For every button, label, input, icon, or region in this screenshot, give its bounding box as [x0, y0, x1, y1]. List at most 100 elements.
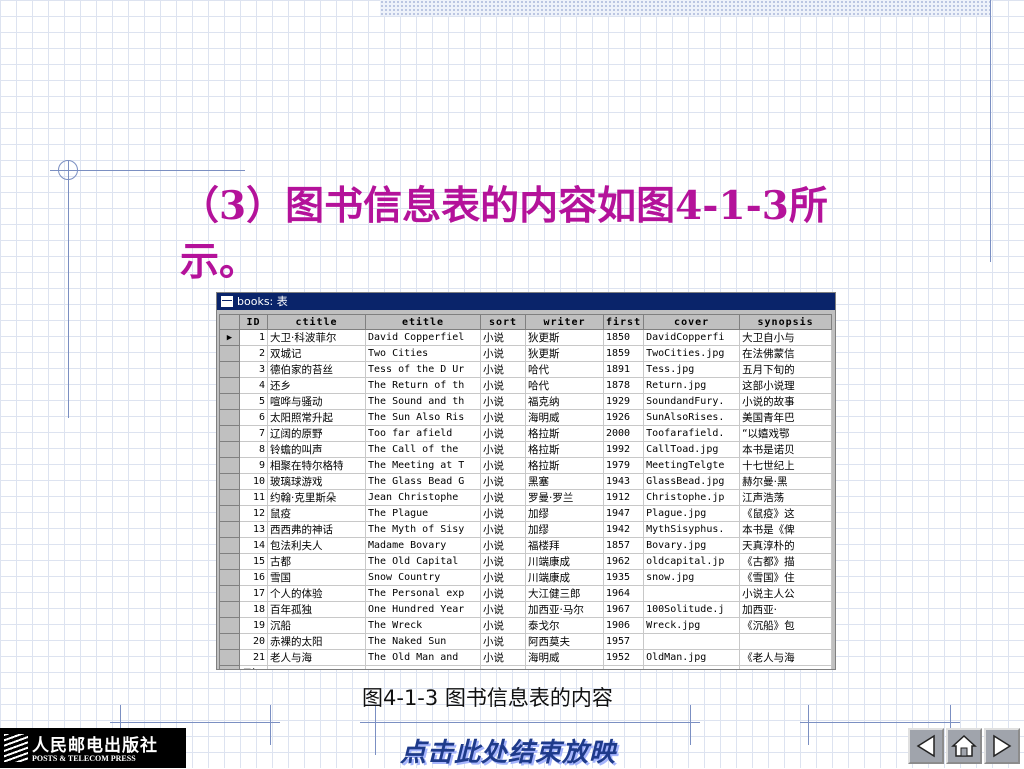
table-cell[interactable]: 美国青年巴: [739, 409, 833, 426]
table-cell[interactable]: 1942: [602, 521, 645, 538]
table-cell[interactable]: David Copperfiel: [365, 329, 481, 346]
table-cell[interactable]: 本书是《俾: [739, 521, 833, 538]
table-cell[interactable]: 鼠疫: [267, 505, 366, 522]
table-cell[interactable]: 五月下旬的: [739, 361, 833, 378]
table-cell[interactable]: 老人与海: [267, 649, 366, 666]
table-cell[interactable]: [643, 633, 741, 650]
column-header[interactable]: cover: [643, 314, 741, 330]
table-cell[interactable]: 1979: [602, 457, 645, 474]
table-cell[interactable]: 加西亚·: [739, 601, 833, 618]
table-cell[interactable]: 百年孤独: [267, 601, 366, 618]
table-cell[interactable]: 川端康成: [525, 553, 604, 570]
table-cell[interactable]: 1850: [602, 329, 645, 346]
table-cell[interactable]: 小说: [480, 649, 526, 666]
table-cell[interactable]: MeetingTelgte: [643, 457, 741, 474]
table-cell[interactable]: 小说: [480, 345, 526, 362]
table-cell[interactable]: 5: [239, 393, 268, 410]
table-cell[interactable]: 小说: [480, 393, 526, 410]
table-cell[interactable]: 1964: [602, 585, 645, 602]
table-cell[interactable]: 16: [239, 569, 268, 586]
table-cell[interactable]: Tess of the D Ur: [365, 361, 481, 378]
table-cell[interactable]: 小说: [480, 457, 526, 474]
table-cell[interactable]: 《雪国》住: [739, 569, 833, 586]
table-cell[interactable]: The Glass Bead G: [365, 473, 481, 490]
new-record-icon[interactable]: *: [219, 665, 240, 669]
table-window[interactable]: books: 表 ID ctitle etitle sort writer fi…: [216, 292, 836, 670]
table-cell[interactable]: [739, 665, 833, 669]
table-cell[interactable]: Two Cities: [365, 345, 481, 362]
row-selector[interactable]: [219, 521, 240, 538]
row-selector[interactable]: [219, 345, 240, 362]
table-cell[interactable]: 太阳照常升起: [267, 409, 366, 426]
table-cell[interactable]: 18: [239, 601, 268, 618]
table-cell[interactable]: 2000: [602, 425, 645, 442]
table-cell[interactable]: Christophe.jp: [643, 489, 741, 506]
column-header[interactable]: sort: [480, 314, 526, 330]
table-cell[interactable]: 雪国: [267, 569, 366, 586]
table-cell[interactable]: 13: [239, 521, 268, 538]
table-cell[interactable]: The Meeting at T: [365, 457, 481, 474]
table-cell[interactable]: 1926: [602, 409, 645, 426]
table-cell[interactable]: 加西亚·马尔: [525, 601, 604, 618]
table-row[interactable]: 14 包法利夫人 Madame Bovary 小说 福楼拜 1857 Bovary.jpg 天…: [219, 537, 833, 554]
table-cell[interactable]: 20: [239, 633, 268, 650]
table-cell[interactable]: 福克纳: [525, 393, 604, 410]
table-cell[interactable]: Jean Christophe: [365, 489, 481, 506]
table-cell[interactable]: The Call of the: [365, 441, 481, 458]
table-cell[interactable]: 21: [239, 649, 268, 666]
table-cell[interactable]: 赤裸的太阳: [267, 633, 366, 650]
table-cell[interactable]: 6: [239, 409, 268, 426]
table-cell[interactable]: Wreck.jpg: [643, 617, 741, 634]
table-cell[interactable]: The Return of th: [365, 377, 481, 394]
table-cell[interactable]: 天真淳朴的: [739, 537, 833, 554]
table-row[interactable]: 13 西西弗的神话 The Myth of Sisy 小说 加缪 1942 MythSisy…: [219, 521, 833, 538]
table-cell[interactable]: 本书是诺贝: [739, 441, 833, 458]
table-cell[interactable]: 小说: [480, 425, 526, 442]
table-cell[interactable]: The Sound and th: [365, 393, 481, 410]
row-selector[interactable]: [219, 457, 240, 474]
table-cell[interactable]: 哈代: [525, 377, 604, 394]
table-cell[interactable]: 小说: [480, 489, 526, 506]
table-cell[interactable]: 10: [239, 473, 268, 490]
table-cell[interactable]: [525, 665, 604, 669]
table-row[interactable]: 6 太阳照常升起 The Sun Also Ris 小说 海明威 1926 SunAlsoR…: [219, 409, 833, 426]
table-cell[interactable]: 这部小说理: [739, 377, 833, 394]
window-titlebar[interactable]: books: 表: [217, 293, 835, 310]
table-cell[interactable]: One Hundred Year: [365, 601, 481, 618]
table-cell[interactable]: snow.jpg: [643, 569, 741, 586]
table-cell[interactable]: 1859: [602, 345, 645, 362]
row-selector[interactable]: [219, 473, 240, 490]
row-selector[interactable]: [219, 601, 240, 618]
table-cell[interactable]: 1929: [602, 393, 645, 410]
table-cell[interactable]: 罗曼·罗兰: [525, 489, 604, 506]
row-selector[interactable]: [219, 489, 240, 506]
table-cell[interactable]: 1935: [602, 569, 645, 586]
table-cell[interactable]: 1957: [602, 633, 645, 650]
table-cell[interactable]: 《老人与海: [739, 649, 833, 666]
table-cell[interactable]: 《古都》描: [739, 553, 833, 570]
table-cell[interactable]: 相聚在特尔格特: [267, 457, 366, 474]
table-cell[interactable]: 西西弗的神话: [267, 521, 366, 538]
table-cell[interactable]: 1947: [602, 505, 645, 522]
table-cell[interactable]: 8: [239, 441, 268, 458]
table-cell[interactable]: DavidCopperfi: [643, 329, 741, 346]
table-cell[interactable]: The Wreck: [365, 617, 481, 634]
table-cell[interactable]: 小说主人公: [739, 585, 833, 602]
table-row[interactable]: 21 老人与海 The Old Man and 小说 海明威 1952 OldMan.jpg…: [219, 649, 833, 666]
table-cell[interactable]: 1962: [602, 553, 645, 570]
table-cell[interactable]: 12: [239, 505, 268, 522]
table-cell[interactable]: 约翰·克里斯朵: [267, 489, 366, 506]
table-cell[interactable]: Return.jpg: [643, 377, 741, 394]
table-cell[interactable]: 1952: [602, 649, 645, 666]
table-cell[interactable]: The Old Capital: [365, 553, 481, 570]
table-cell[interactable]: [365, 665, 481, 669]
table-cell[interactable]: 在法佛蒙信: [739, 345, 833, 362]
table-cell[interactable]: 大卫·科波菲尔: [267, 329, 366, 346]
table-cell[interactable]: 小说: [480, 569, 526, 586]
row-selector[interactable]: [219, 393, 240, 410]
table-cell[interactable]: 19: [239, 617, 268, 634]
table-cell[interactable]: [480, 665, 526, 669]
table-cell[interactable]: 大江健三郎: [525, 585, 604, 602]
table-cell[interactable]: 小说: [480, 537, 526, 554]
row-selector[interactable]: [219, 537, 240, 554]
